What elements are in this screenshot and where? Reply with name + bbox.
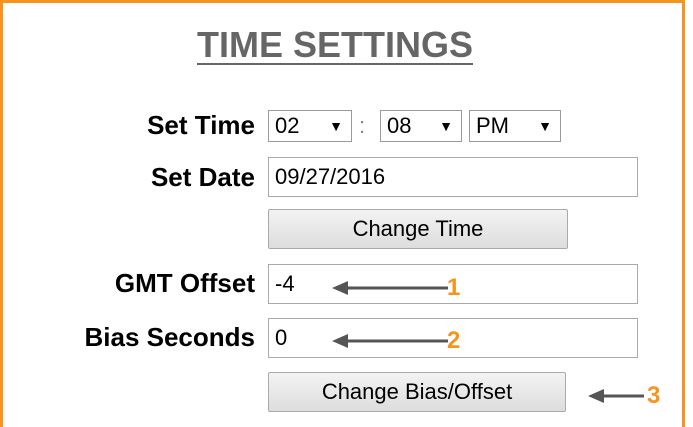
ampm-value: PM	[476, 113, 509, 138]
minute-select[interactable]: 08 ▼	[380, 110, 462, 142]
date-field[interactable]	[268, 157, 638, 197]
time-separator: :	[359, 113, 366, 138]
callout-number-1: 1	[447, 274, 461, 301]
ampm-select[interactable]: PM ▼	[469, 110, 561, 142]
callout-arrow-1	[332, 281, 448, 295]
callout-number-3: 3	[647, 382, 661, 409]
callout-number-2: 2	[447, 327, 461, 354]
bias-seconds-label: Bias Seconds	[84, 322, 255, 352]
hour-value: 02	[275, 113, 300, 138]
hour-select[interactable]: 02 ▼	[268, 110, 352, 142]
change-time-button[interactable]: Change Time	[268, 209, 568, 249]
change-bias-offset-button[interactable]: Change Bias/Offset	[268, 372, 566, 412]
gmt-offset-label: GMT Offset	[114, 268, 255, 298]
set-date-label: Set Date	[150, 162, 255, 192]
chevron-down-icon: ▼	[439, 118, 453, 134]
chevron-down-icon: ▼	[329, 118, 343, 134]
chevron-down-icon: ▼	[538, 118, 552, 134]
callout-arrow-3	[588, 389, 644, 403]
minute-value: 08	[387, 113, 412, 138]
callout-arrow-2	[332, 334, 448, 348]
set-time-label: Set Time	[147, 110, 255, 140]
page-title: TIME SETTINGS	[196, 24, 473, 65]
